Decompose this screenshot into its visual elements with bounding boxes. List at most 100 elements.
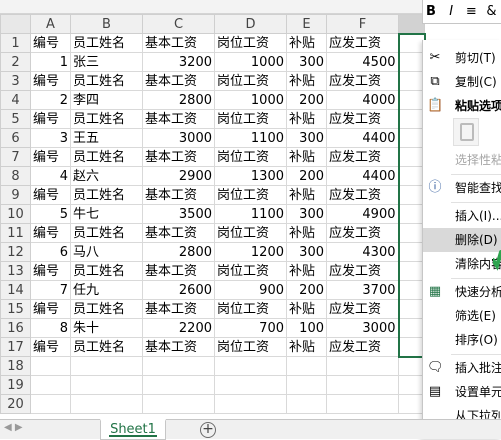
cell[interactable] [397,147,426,167]
menu-item-insert-comment[interactable]: 🗨 插入批注 [423,356,501,380]
menu-item-delete[interactable]: 删除(D) [423,228,501,252]
sheet-tab[interactable]: Sheet1 [100,419,166,440]
cell[interactable]: 基本工资 [142,71,215,91]
cell[interactable]: 3700 [326,280,399,300]
cell[interactable]: 员工姓名 [70,185,143,205]
row-header[interactable]: 19 [0,375,31,395]
cell[interactable]: 2 [30,90,71,110]
cell[interactable]: 基本工资 [142,337,215,357]
cell[interactable]: 补贴 [286,299,327,319]
row-header[interactable]: 1 [0,33,31,53]
cell[interactable]: 应发工资 [326,185,399,205]
cell[interactable]: 2600 [142,280,215,300]
row-header[interactable]: 15 [0,299,31,319]
align-button[interactable]: ≡ [463,2,479,22]
cell[interactable]: 300 [286,128,327,148]
cell[interactable]: 300 [286,204,327,224]
italic-button[interactable]: I [443,2,459,22]
row-header[interactable]: 20 [0,394,31,414]
row-header[interactable]: 6 [0,128,31,148]
cell[interactable]: 赵六 [70,166,143,186]
row-header[interactable]: 13 [0,261,31,281]
add-sheet-button[interactable]: + [200,422,216,438]
cell[interactable]: 1100 [214,204,287,224]
cell[interactable]: 补贴 [286,109,327,129]
cell[interactable]: 李四 [70,90,143,110]
menu-item-smart-lookup[interactable]: ⓘ 智能查找 [423,176,501,200]
row-header[interactable]: 2 [0,52,31,72]
menu-item-clear-contents[interactable]: 清除内容 [423,252,501,276]
cell[interactable] [326,375,399,395]
cell[interactable] [142,394,215,414]
cell[interactable]: 应发工资 [326,33,399,53]
column-header-e[interactable]: E [286,14,327,34]
cell[interactable]: 基本工资 [142,299,215,319]
row-header[interactable]: 17 [0,337,31,357]
row-header[interactable]: 4 [0,90,31,110]
cell[interactable]: 张三 [70,52,143,72]
cell[interactable]: 岗位工资 [214,223,287,243]
cell[interactable]: 2800 [142,242,215,262]
cell[interactable] [398,356,425,376]
cell[interactable]: 任九 [70,280,143,300]
cell[interactable]: 编号 [30,299,71,319]
cell[interactable]: 1200 [214,242,287,262]
cell[interactable]: 5 [30,204,71,224]
cell[interactable] [142,375,215,395]
cell[interactable]: 编号 [30,147,71,167]
cell[interactable]: 3000 [142,128,215,148]
cell[interactable]: 应发工资 [326,223,399,243]
cell[interactable]: 1000 [214,90,287,110]
cell[interactable]: 900 [214,280,287,300]
cell[interactable]: 4400 [326,128,399,148]
row-header[interactable]: 5 [0,109,31,129]
cell[interactable] [397,52,426,72]
menu-item-filter[interactable]: 筛选(E) [423,304,501,328]
cell[interactable]: 员工姓名 [70,147,143,167]
cell[interactable]: 3000 [326,318,399,338]
row-header[interactable]: 14 [0,280,31,300]
cell[interactable]: 员工姓名 [70,337,143,357]
cell[interactable]: 应发工资 [326,147,399,167]
cell[interactable] [30,356,71,376]
cell[interactable]: 100 [286,318,327,338]
row-header[interactable]: 16 [0,318,31,338]
cell[interactable] [30,375,71,395]
menu-item-format-cells[interactable]: ▤ 设置单元 [423,380,501,404]
cell[interactable] [397,90,426,110]
bold-button[interactable]: B [423,2,439,22]
cell[interactable]: 3200 [142,52,215,72]
more-format-button[interactable]: & [483,2,499,22]
column-header-f[interactable]: F [326,14,399,34]
menu-item-quick-analysis[interactable]: ▦ 快速分析 [423,280,501,304]
cell[interactable]: 牛七 [70,204,143,224]
cell[interactable] [397,223,426,243]
column-header-d[interactable]: D [214,14,287,34]
cell[interactable]: 岗位工资 [214,337,287,357]
cell[interactable]: 应发工资 [326,299,399,319]
cell[interactable]: 编号 [30,33,71,53]
column-header-a[interactable]: A [30,14,71,34]
cell[interactable]: 基本工资 [142,261,215,281]
cell[interactable]: 1100 [214,128,287,148]
cell[interactable] [398,394,425,414]
paste-option-button[interactable] [453,118,479,146]
cell[interactable]: 4400 [326,166,399,186]
cell[interactable]: 200 [286,166,327,186]
cell[interactable] [397,242,426,262]
cell[interactable] [142,356,215,376]
cell[interactable]: 岗位工资 [214,299,287,319]
cell[interactable] [286,356,327,376]
cell[interactable]: 8 [30,318,71,338]
cell[interactable]: 2800 [142,90,215,110]
select-all-corner[interactable] [0,14,31,34]
column-header-c[interactable]: C [142,14,215,34]
cell[interactable]: 4 [30,166,71,186]
cell[interactable]: 岗位工资 [214,185,287,205]
cell[interactable] [70,356,143,376]
cell[interactable]: 2900 [142,166,215,186]
cell[interactable]: 编号 [30,223,71,243]
cell[interactable] [286,394,327,414]
cell[interactable]: 编号 [30,185,71,205]
cell[interactable]: 朱十 [70,318,143,338]
